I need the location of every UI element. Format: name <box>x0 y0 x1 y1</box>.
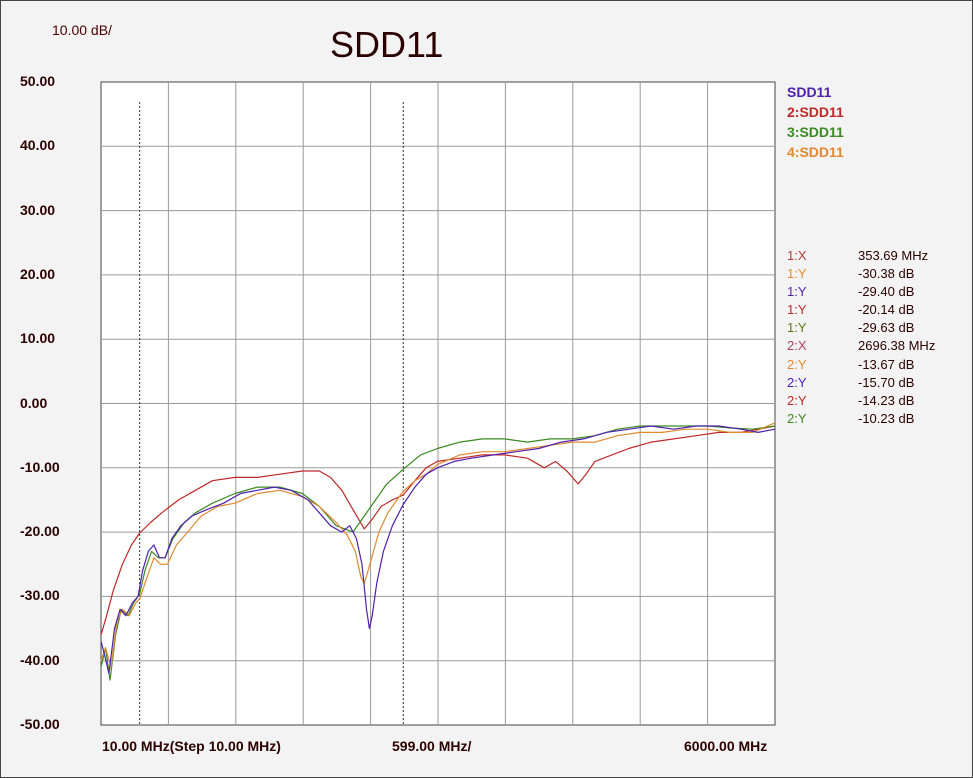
x-start-label: 10.00 MHz(Step 10.00 MHz) <box>102 738 281 754</box>
marker-row: 2:Y -13.67 dB <box>787 356 935 374</box>
marker-row: 2:Y -15.70 dB <box>787 374 935 392</box>
legend-item-4: 4:SDD11 <box>787 144 844 160</box>
marker-name: 1:Y <box>787 284 807 300</box>
y-tick-label: 20.00 <box>20 265 56 282</box>
marker-row: 1:Y -30.38 dB <box>787 265 935 283</box>
marker-row: 2:Y -10.23 dB <box>787 410 935 428</box>
y-tick-label: 40.00 <box>20 137 56 154</box>
marker-value: -10.23 dB <box>858 410 915 426</box>
marker-name: 1:Y <box>787 320 807 336</box>
marker-value: -15.70 dB <box>858 374 915 390</box>
legend-item-3: 3:SDD11 <box>787 124 844 140</box>
marker-value: -29.40 dB <box>858 284 915 300</box>
y-tick-label: -40.00 <box>20 651 60 668</box>
chart-title: SDD11 <box>330 24 444 65</box>
marker-row: 1:X 353.69 MHz <box>787 247 935 265</box>
marker-row: 1:Y -20.14 dB <box>787 301 935 319</box>
legend-item-2: 2:SDD11 <box>787 104 844 120</box>
y-tick-label: 30.00 <box>20 201 56 218</box>
marker-value: -13.67 dB <box>858 356 915 372</box>
scale-label: 10.00 dB/ <box>52 22 112 38</box>
y-tick-label: 0.00 <box>20 394 48 411</box>
marker-row: 2:X 2696.38 MHz <box>787 337 935 355</box>
marker-name: 1:Y <box>787 266 807 282</box>
marker-row: 1:Y -29.63 dB <box>787 319 935 337</box>
marker-value: -14.23 dB <box>858 392 915 408</box>
x-stop-label: 6000.00 MHz <box>684 738 768 754</box>
y-tick-label: -50.00 <box>20 716 60 732</box>
marker-value: 353.69 MHz <box>858 248 929 263</box>
marker-value: -30.38 dB <box>858 266 915 282</box>
marker-name: 1:X <box>787 248 807 263</box>
y-tick-label: -10.00 <box>20 458 60 475</box>
y-tick-label: -30.00 <box>20 587 60 604</box>
y-tick-label: -20.00 <box>20 523 60 540</box>
legend-item-1: SDD11 <box>787 84 832 100</box>
marker-name: 2:Y <box>787 374 807 390</box>
y-tick-label: 50.00 <box>20 73 56 89</box>
marker-name: 1:Y <box>787 302 807 318</box>
marker-value: -20.14 dB <box>858 302 915 318</box>
marker-value: -29.63 dB <box>858 320 915 336</box>
marker-value: 2696.38 MHz <box>858 338 936 354</box>
marker-name: 2:Y <box>787 356 807 372</box>
marker-name: 2:Y <box>787 392 807 408</box>
y-tick-label: 10.00 <box>20 330 56 347</box>
marker-name: 2:Y <box>787 410 807 426</box>
marker-name: 2:X <box>787 338 807 354</box>
marker-row: 2:Y -14.23 dB <box>787 392 935 410</box>
marker-readout: 1:X 353.69 MHz 1:Y -30.38 dB 1:Y -29.40 dB … <box>787 247 935 428</box>
x-div-label: 599.00 MHz/ <box>392 738 472 754</box>
legend: SDD11 2:SDD11 3:SDD11 4:SDD11 <box>787 82 844 162</box>
marker-row: 1:Y -29.40 dB <box>787 283 935 301</box>
